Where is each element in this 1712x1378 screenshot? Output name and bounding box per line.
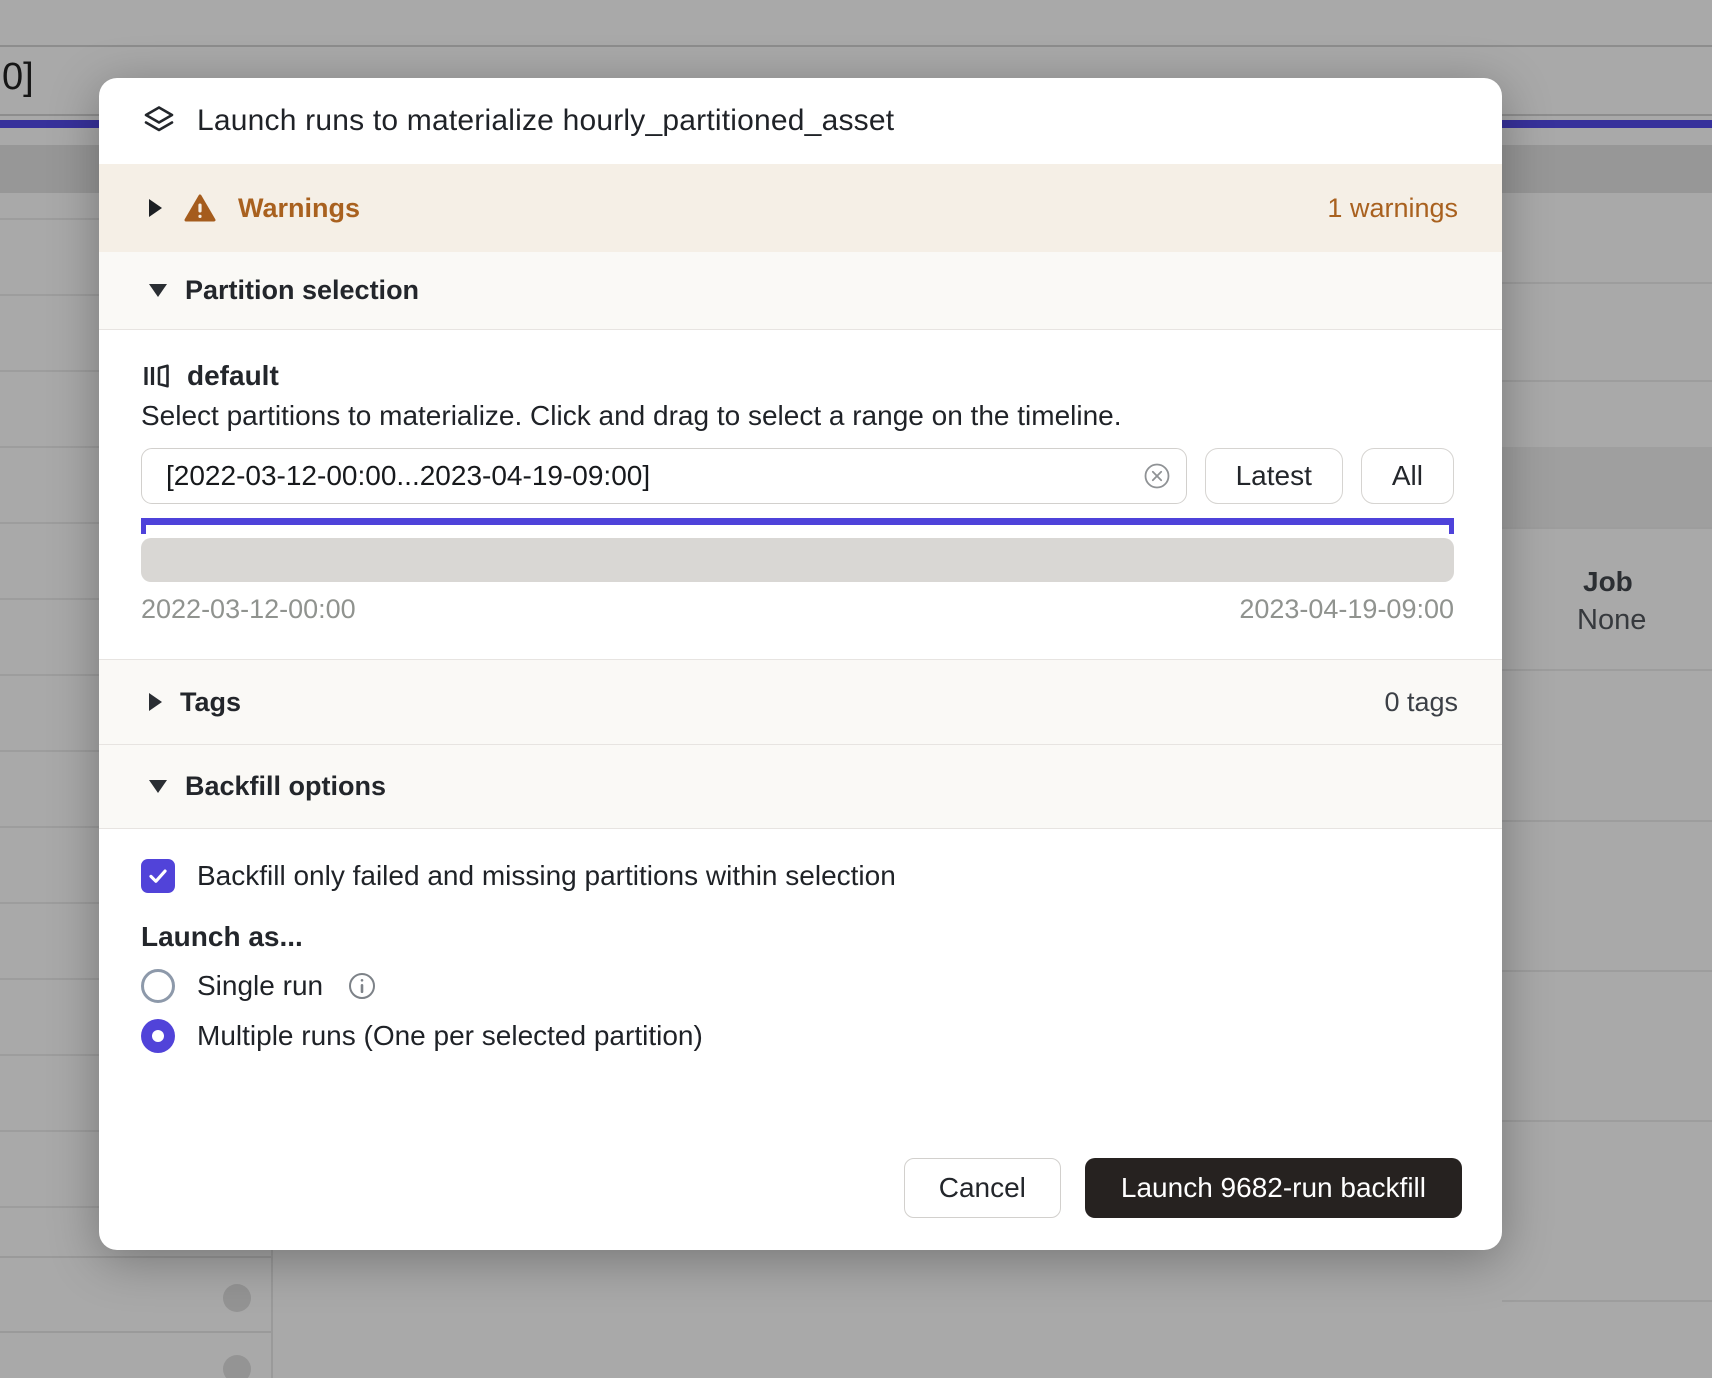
latest-button[interactable]: Latest	[1205, 448, 1343, 504]
partition-selection-label: Partition selection	[185, 275, 419, 306]
dialog-header: Launch runs to materialize hourly_partit…	[99, 78, 1502, 164]
tags-section-toggle[interactable]: Tags 0 tags	[99, 659, 1502, 745]
background-row-separator	[0, 902, 99, 904]
backfill-only-failed-label: Backfill only failed and missing partiti…	[197, 860, 896, 892]
partition-controls-row: Latest All	[141, 448, 1454, 504]
timeline-start-date: 2022-03-12-00:00	[141, 594, 356, 625]
clear-selection-icon[interactable]	[1143, 462, 1171, 490]
background-row-separator	[0, 750, 99, 752]
chevron-down-icon	[149, 780, 167, 793]
background-row-band	[1502, 447, 1712, 527]
launch-as-label: Launch as...	[141, 921, 1454, 953]
background-status-dot	[223, 1355, 251, 1378]
single-run-label: Single run	[197, 970, 323, 1002]
launch-backfill-button[interactable]: Launch 9682-run backfill	[1085, 1158, 1462, 1218]
backfill-options-body: Backfill only failed and missing partiti…	[99, 829, 1502, 1053]
backfill-only-failed-row: Backfill only failed and missing partiti…	[141, 859, 1454, 893]
partition-timeline[interactable]	[141, 538, 1454, 582]
partition-range-input[interactable]	[141, 448, 1187, 504]
background-row-separator	[1502, 669, 1712, 671]
background-row-separator	[1502, 282, 1712, 284]
backfill-options-label: Backfill options	[185, 771, 386, 802]
multiple-runs-radio[interactable]	[141, 1019, 175, 1053]
timeline-date-labels: 2022-03-12-00:00 2023-04-19-09:00	[141, 594, 1454, 625]
warnings-section-toggle[interactable]: Warnings 1 warnings	[99, 164, 1502, 252]
chevron-down-icon	[149, 284, 167, 297]
background-row-separator	[0, 826, 99, 828]
background-row-separator	[1502, 820, 1712, 822]
partition-selection-body: default Select partitions to materialize…	[99, 330, 1502, 659]
multiple-runs-label: Multiple runs (One per selected partitio…	[197, 1020, 703, 1052]
background-row-separator	[1502, 1300, 1712, 1302]
background-row-separator	[0, 446, 99, 448]
partition-help-text: Select partitions to materialize. Click …	[141, 400, 1454, 432]
all-button[interactable]: All	[1361, 448, 1454, 504]
background-row-separator	[0, 294, 99, 296]
multiple-runs-option-row: Multiple runs (One per selected partitio…	[141, 1019, 1454, 1053]
background-row-separator	[0, 1331, 271, 1333]
background-row-separator	[0, 978, 99, 980]
backfill-only-failed-checkbox[interactable]	[141, 859, 175, 893]
background-partial-input-text: 0]	[2, 56, 34, 99]
background-row-separator	[0, 1206, 99, 1208]
single-run-option-row: Single run	[141, 969, 1454, 1003]
background-row-separator	[0, 218, 99, 220]
warnings-label: Warnings	[238, 193, 360, 224]
dialog-title: Launch runs to materialize hourly_partit…	[197, 104, 894, 138]
chevron-right-icon	[149, 693, 162, 711]
background-row-separator	[1502, 380, 1712, 382]
partition-selection-section-toggle[interactable]: Partition selection	[99, 252, 1502, 330]
timeline-end-date: 2023-04-19-09:00	[1239, 594, 1454, 625]
partition-range-input-wrap	[141, 448, 1187, 504]
background-job-column-value: None	[1577, 604, 1646, 637]
single-run-radio[interactable]	[141, 969, 175, 1003]
tags-count: 0 tags	[1384, 687, 1458, 718]
background-row-separator	[0, 1256, 271, 1258]
backfill-options-section-toggle[interactable]: Backfill options	[99, 745, 1502, 829]
partition-dimension-row: default	[141, 360, 1454, 392]
background-status-dot	[223, 1284, 251, 1312]
warnings-count: 1 warnings	[1327, 193, 1458, 224]
background-row-separator	[0, 674, 99, 676]
cancel-button[interactable]: Cancel	[904, 1158, 1061, 1218]
background-row-separator	[0, 598, 99, 600]
background-row-separator	[0, 522, 99, 524]
background-job-column-header: Job	[1583, 566, 1633, 598]
background-row-separator	[1502, 1120, 1712, 1122]
background-row-separator	[0, 1130, 99, 1132]
background-row-separator	[0, 370, 99, 372]
background-column-divider	[271, 1250, 273, 1378]
partition-selection-range-bar[interactable]	[141, 518, 1454, 525]
chevron-right-icon	[149, 199, 162, 217]
partition-dimension-icon	[141, 361, 171, 391]
partition-dimension-name: default	[187, 360, 279, 392]
tags-label: Tags	[180, 687, 241, 718]
background-row-separator	[1502, 527, 1712, 529]
info-icon[interactable]	[347, 971, 377, 1001]
background-row-separator	[0, 1054, 99, 1056]
dialog-footer: Cancel Launch 9682-run backfill	[99, 1158, 1502, 1250]
launch-backfill-dialog: Launch runs to materialize hourly_partit…	[99, 78, 1502, 1250]
background-divider	[0, 45, 1712, 47]
warning-triangle-icon	[184, 194, 216, 223]
materialize-layers-icon	[141, 103, 177, 139]
background-row-separator	[1502, 970, 1712, 972]
